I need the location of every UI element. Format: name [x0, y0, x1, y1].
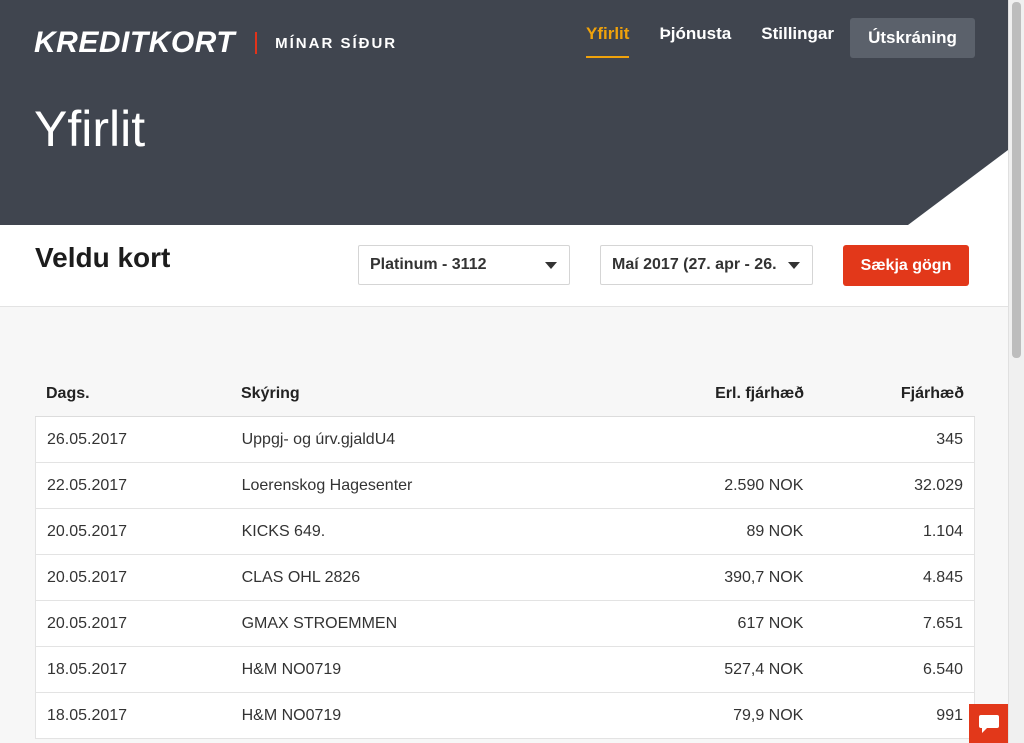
table-row[interactable]: 26.05.2017 Uppgj- og úrv.gjaldU4 345 [35, 417, 975, 463]
table-row[interactable]: 22.05.2017 Loerenskog Hagesenter 2.590 N… [35, 463, 975, 509]
fetch-data-button[interactable]: Sækja gögn [843, 245, 969, 286]
cell-date: 20.05.2017 [47, 568, 128, 586]
scrollbar-thumb[interactable] [1012, 2, 1021, 358]
logo-divider [255, 32, 258, 54]
cell-description: CLAS OHL 2826 [241, 568, 361, 586]
cell-foreign-amount: 2.590 NOK [724, 476, 804, 494]
header-foreign-amount[interactable]: Erl. fjárhæð [631, 385, 804, 403]
header-date[interactable]: Dags. [35, 385, 231, 403]
table-row[interactable]: 18.05.2017 H&M NO0719 79,9 NOK 991 [35, 693, 975, 739]
cell-date: 22.05.2017 [47, 476, 128, 494]
cell-description: Loerenskog Hagesenter [241, 476, 413, 494]
cell-foreign-amount: 527,4 NOK [724, 660, 804, 678]
header-description[interactable]: Skýring [231, 385, 631, 403]
table-row[interactable]: 20.05.2017 CLAS OHL 2826 390,7 NOK 4.845 [35, 555, 975, 601]
cell-amount: 7.651 [922, 614, 963, 632]
cell-date: 18.05.2017 [47, 660, 128, 678]
cell-date: 18.05.2017 [47, 706, 128, 724]
period-select-value: Maí 2017 (27. apr - 26. [612, 256, 777, 273]
cell-amount: 345 [936, 430, 963, 448]
card-select-value: Platinum - 3112 [370, 256, 487, 273]
page: KREDITKORT MÍNAR SÍÐUR Yfirlit Þjónusta … [0, 0, 1008, 743]
cell-description: H&M NO0719 [241, 706, 342, 724]
caret-down-icon [788, 262, 800, 269]
cell-amount: 4.845 [922, 568, 963, 586]
cell-foreign-amount: 390,7 NOK [724, 568, 804, 586]
cell-description: H&M NO0719 [241, 660, 342, 678]
period-select[interactable]: Maí 2017 (27. apr - 26. [600, 245, 813, 285]
cell-description: Uppgj- og úrv.gjaldU4 [241, 430, 396, 448]
cell-foreign-amount: 617 NOK [737, 614, 804, 632]
chat-bubble-icon [979, 714, 999, 733]
header-amount[interactable]: Fjárhæð [804, 385, 975, 403]
table-row[interactable]: 20.05.2017 GMAX STROEMMEN 617 NOK 7.651 [35, 601, 975, 647]
main-nav: Yfirlit Þjónusta Stillingar [586, 24, 864, 58]
table-row[interactable]: 20.05.2017 KICKS 649. 89 NOK 1.104 [35, 509, 975, 555]
chat-button[interactable] [969, 704, 1008, 743]
nav-item-stillingar[interactable]: Stillingar [761, 24, 834, 56]
nav-item-yfirlit[interactable]: Yfirlit [586, 24, 630, 58]
page-title: Yfirlit [34, 101, 146, 157]
cell-amount: 32.029 [914, 476, 963, 494]
filter-title: Veldu kort [35, 242, 171, 273]
cell-amount: 991 [936, 706, 963, 724]
cell-amount: 1.104 [922, 522, 963, 540]
cell-date: 20.05.2017 [47, 522, 128, 540]
cell-foreign-amount: 89 NOK [746, 522, 804, 540]
cell-foreign-amount: 79,9 NOK [733, 706, 804, 724]
cell-amount: 6.540 [922, 660, 963, 678]
table-header: Dags. Skýring Erl. fjárhæð Fjárhæð [35, 372, 975, 417]
cell-date: 26.05.2017 [47, 430, 128, 448]
table-row[interactable]: 18.05.2017 H&M NO0719 527,4 NOK 6.540 [35, 647, 975, 693]
header-corner-decoration [908, 150, 1008, 225]
page-scrollbar[interactable] [1008, 0, 1024, 743]
cell-description: KICKS 649. [241, 522, 326, 540]
header: KREDITKORT MÍNAR SÍÐUR Yfirlit Þjónusta … [0, 0, 1008, 225]
cell-date: 20.05.2017 [47, 614, 128, 632]
transactions-table: Dags. Skýring Erl. fjárhæð Fjárhæð 26.05… [35, 372, 975, 739]
logo-wordmark: KREDITKORT [34, 26, 236, 59]
caret-down-icon [545, 262, 557, 269]
cell-description: GMAX STROEMMEN [241, 614, 398, 632]
card-filter-bar: Veldu kort Platinum - 3112 Maí 2017 (27.… [0, 225, 1008, 307]
card-select[interactable]: Platinum - 3112 [358, 245, 570, 285]
logo-subtitle: MÍNAR SÍÐUR [275, 34, 398, 52]
nav-item-thjonusta[interactable]: Þjónusta [659, 24, 731, 56]
logout-button[interactable]: Útskráning [850, 18, 975, 58]
logo[interactable]: KREDITKORT MÍNAR SÍÐUR [34, 26, 397, 60]
